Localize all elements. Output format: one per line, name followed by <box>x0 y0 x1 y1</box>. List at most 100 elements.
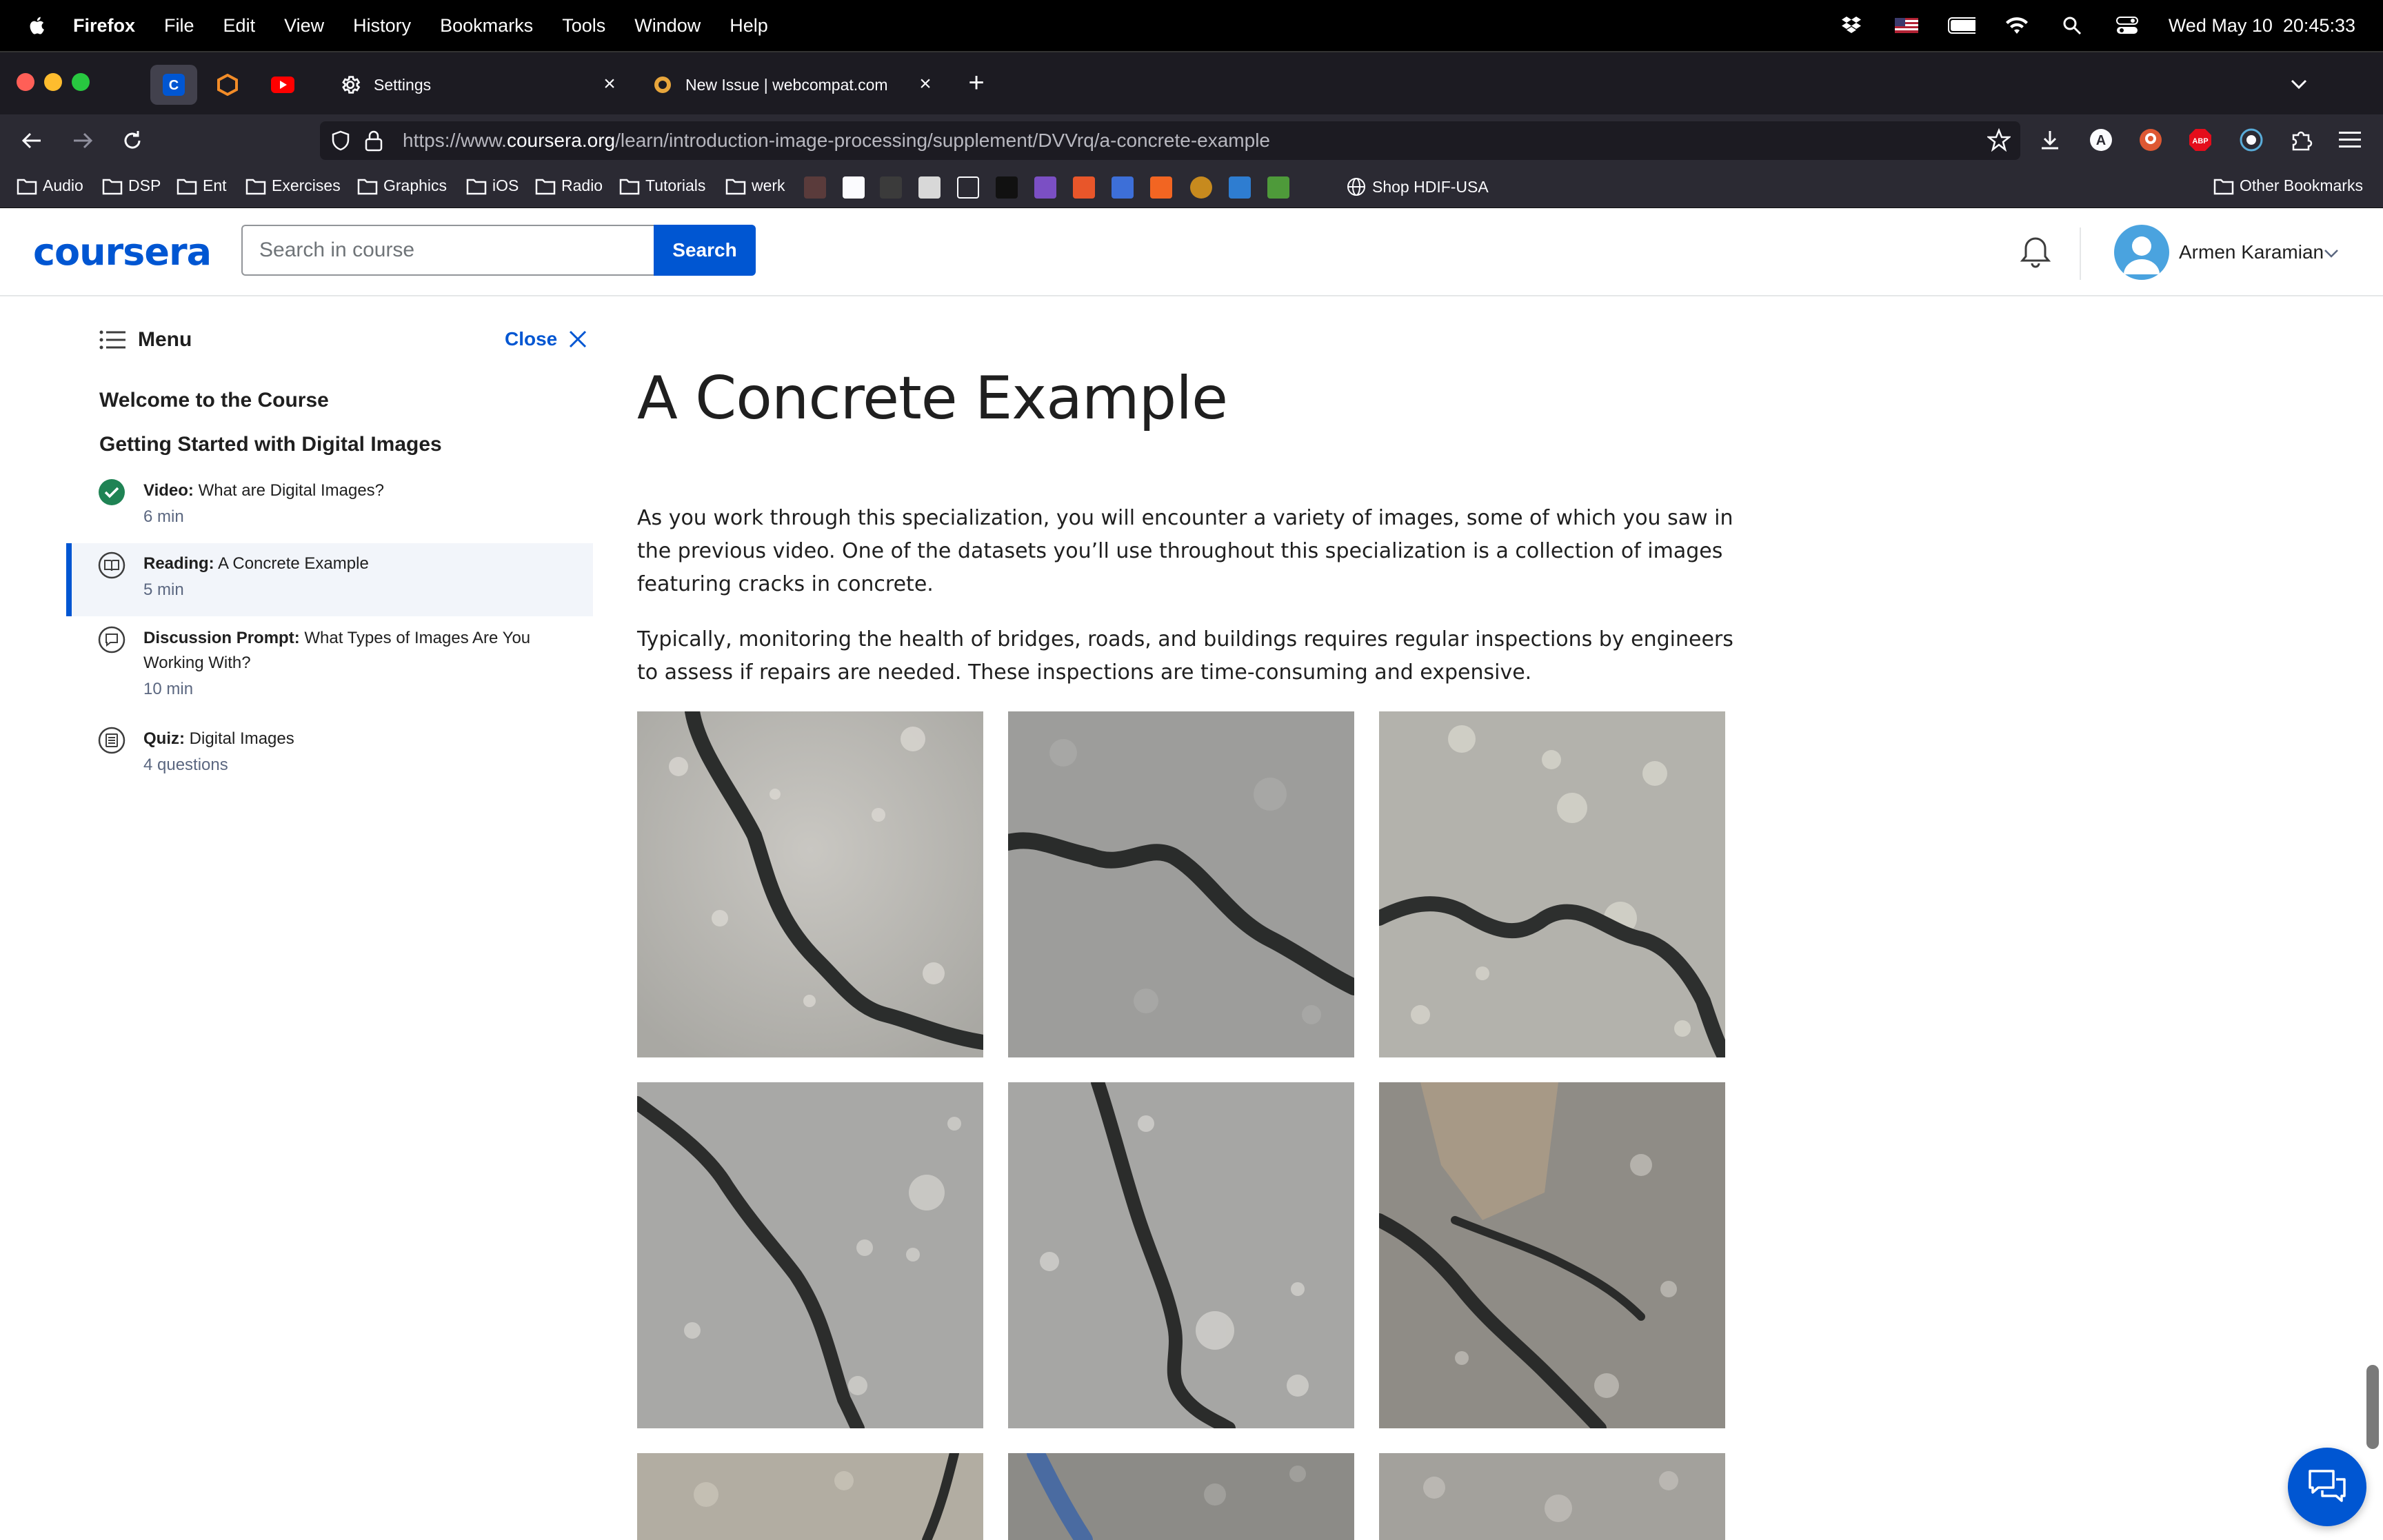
webcompat-favicon-icon <box>654 77 671 93</box>
tab-settings[interactable]: Settings × <box>324 65 630 105</box>
bookmark-shop-hdif-usa[interactable]: Shop HDIF-USA <box>1346 176 1489 197</box>
menu-bookmarks[interactable]: Bookmarks <box>440 15 533 37</box>
sidebar-item-duration: 10 min <box>143 680 194 698</box>
user-menu-chevron-down-icon[interactable] <box>2322 244 2340 262</box>
tab-webcompat[interactable]: New Issue | webcompat.com × <box>640 65 946 105</box>
sidebar-item-video[interactable]: Video: What are Digital Images? 6 min <box>66 470 593 540</box>
avatar[interactable] <box>2114 225 2169 280</box>
bookmark-folder-radio[interactable]: Radio <box>535 176 603 195</box>
coursera-logo[interactable]: coursera <box>33 230 212 274</box>
extension-a-icon[interactable]: A <box>2089 128 2113 152</box>
bookmark-folder-graphics[interactable]: Graphics <box>357 176 447 195</box>
bookmark-favicon-grid-icon[interactable] <box>1112 176 1134 199</box>
hamburger-menu-icon[interactable] <box>2339 130 2361 150</box>
tab-settings-close-icon[interactable]: × <box>599 73 621 95</box>
concrete-crack-image <box>1008 1453 1354 1540</box>
menu-file[interactable]: File <box>164 15 194 37</box>
bookmark-favicon-sun-icon[interactable] <box>1190 176 1212 199</box>
bookmark-favicon-8-icon[interactable] <box>1073 176 1095 199</box>
concrete-crack-image <box>637 711 983 1057</box>
bookmark-folder-ios[interactable]: iOS <box>466 176 519 195</box>
pinned-tab-coursera[interactable]: C <box>150 65 197 105</box>
us-flag-icon[interactable] <box>1893 16 1920 35</box>
window-zoom-button[interactable] <box>72 73 90 91</box>
menu-view[interactable]: View <box>284 15 324 37</box>
close-x-icon <box>570 330 587 348</box>
bookmark-favicon-4-icon[interactable] <box>918 176 941 199</box>
sidebar-item-quiz[interactable]: Quiz: Digital Images 4 questions <box>66 718 593 787</box>
bookmark-favicon-13-icon[interactable] <box>1267 176 1289 199</box>
menu-edit[interactable]: Edit <box>223 15 256 37</box>
downloads-icon[interactable] <box>2038 128 2062 152</box>
bookmark-other-bookmarks[interactable]: Other Bookmarks <box>2213 176 2363 195</box>
bookmark-favicon-12-icon[interactable] <box>1229 176 1251 199</box>
search-button[interactable]: Search <box>654 225 756 276</box>
back-button[interactable] <box>18 127 46 154</box>
extensions-puzzle-icon[interactable] <box>2289 128 2313 152</box>
bookmark-folder-exercises[interactable]: Exercises <box>245 176 341 195</box>
close-menu-button[interactable]: Close <box>505 328 587 350</box>
bookmark-favicon-skull-icon[interactable] <box>957 176 979 199</box>
paragraph-2: Typically, monitoring the health of brid… <box>637 627 1733 685</box>
bookmark-folder-dsp[interactable]: DSP <box>102 176 161 195</box>
sidebar-item-reading[interactable]: Reading: A Concrete Example 5 min <box>66 543 593 616</box>
chat-support-button[interactable] <box>2288 1448 2366 1526</box>
sidebar-item-duration: 6 min <box>143 507 184 526</box>
menu-help[interactable]: Help <box>730 15 768 37</box>
bookmark-favicon-a-icon[interactable] <box>843 176 865 199</box>
bookmark-star-icon[interactable] <box>1987 128 2011 152</box>
extension-adblock-plus-icon[interactable]: ABP <box>2189 128 2212 152</box>
sidebar-item-title: Video: What are Digital Images? <box>143 481 385 500</box>
bookmark-favicon-7-icon[interactable] <box>1034 176 1056 199</box>
concrete-crack-image <box>1379 1082 1725 1428</box>
section-getting-started[interactable]: Getting Started with Digital Images <box>99 433 442 456</box>
bookmark-folder-ent[interactable]: Ent <box>177 176 227 195</box>
dropbox-icon[interactable] <box>1838 16 1865 35</box>
list-all-tabs-chevron-icon[interactable] <box>2288 73 2310 95</box>
extension-privacy-icon[interactable] <box>2240 128 2263 152</box>
bookmark-folder-audio[interactable]: Audio <box>17 176 83 195</box>
forward-button[interactable] <box>69 127 97 154</box>
bookmark-favicon-6-icon[interactable] <box>996 176 1018 199</box>
sidebar-item-duration: 5 min <box>143 580 184 599</box>
gear-icon <box>342 76 361 94</box>
new-tab-button[interactable]: + <box>963 69 990 97</box>
menu-tools[interactable]: Tools <box>562 15 605 37</box>
sidebar-item-discussion[interactable]: Discussion Prompt: What Types of Images … <box>66 618 593 717</box>
bookmark-folder-werk[interactable]: werk <box>725 176 785 195</box>
bookmarks-bar: Audio DSP Ent Exercises Graphics iOS Rad… <box>0 167 2383 208</box>
bookmark-favicon-ycombinator-icon[interactable] <box>1150 176 1172 199</box>
app-name[interactable]: Firefox <box>73 15 135 37</box>
notifications-bell-icon[interactable] <box>2016 233 2055 272</box>
lock-icon[interactable] <box>364 130 383 152</box>
battery-icon[interactable] <box>1947 16 1975 35</box>
url-bar[interactable]: https://www.coursera.org/learn/introduct… <box>320 121 2020 160</box>
list-menu-icon <box>99 330 125 349</box>
wifi-icon[interactable] <box>2003 16 2031 35</box>
apple-logo-icon[interactable] <box>28 15 48 36</box>
sidebar-item-title: Quiz: Digital Images <box>143 729 294 748</box>
user-name[interactable]: Armen Karamian <box>2179 241 2324 263</box>
control-center-icon[interactable] <box>2113 16 2141 35</box>
extension-duckduckgo-icon[interactable] <box>2139 128 2162 152</box>
tab-webcompat-close-icon[interactable]: × <box>914 73 936 95</box>
reload-button[interactable] <box>119 127 146 154</box>
menu-window[interactable]: Window <box>634 15 701 37</box>
bookmark-favicon-1-icon[interactable] <box>804 176 826 199</box>
window-close-button[interactable] <box>17 73 34 91</box>
tracking-protection-shield-icon[interactable] <box>330 130 352 152</box>
window-minimize-button[interactable] <box>44 73 62 91</box>
bookmark-folder-tutorials[interactable]: Tutorials <box>619 176 705 195</box>
folder-icon <box>725 179 746 194</box>
spotlight-search-icon[interactable] <box>2058 16 2086 35</box>
search-input[interactable] <box>241 225 655 276</box>
concrete-crack-image <box>1379 711 1725 1057</box>
pinned-tab-youtube[interactable] <box>259 65 306 105</box>
menu-history[interactable]: History <box>353 15 411 37</box>
page-scrollbar-thumb[interactable] <box>2366 1365 2379 1449</box>
bookmark-favicon-3-icon[interactable] <box>880 176 902 199</box>
section-welcome[interactable]: Welcome to the Course <box>99 389 329 412</box>
menu-toggle[interactable]: Menu <box>99 328 192 352</box>
pinned-tab-orange[interactable] <box>204 65 251 105</box>
clock[interactable]: Wed May 10 20:45:33 <box>2169 15 2355 37</box>
